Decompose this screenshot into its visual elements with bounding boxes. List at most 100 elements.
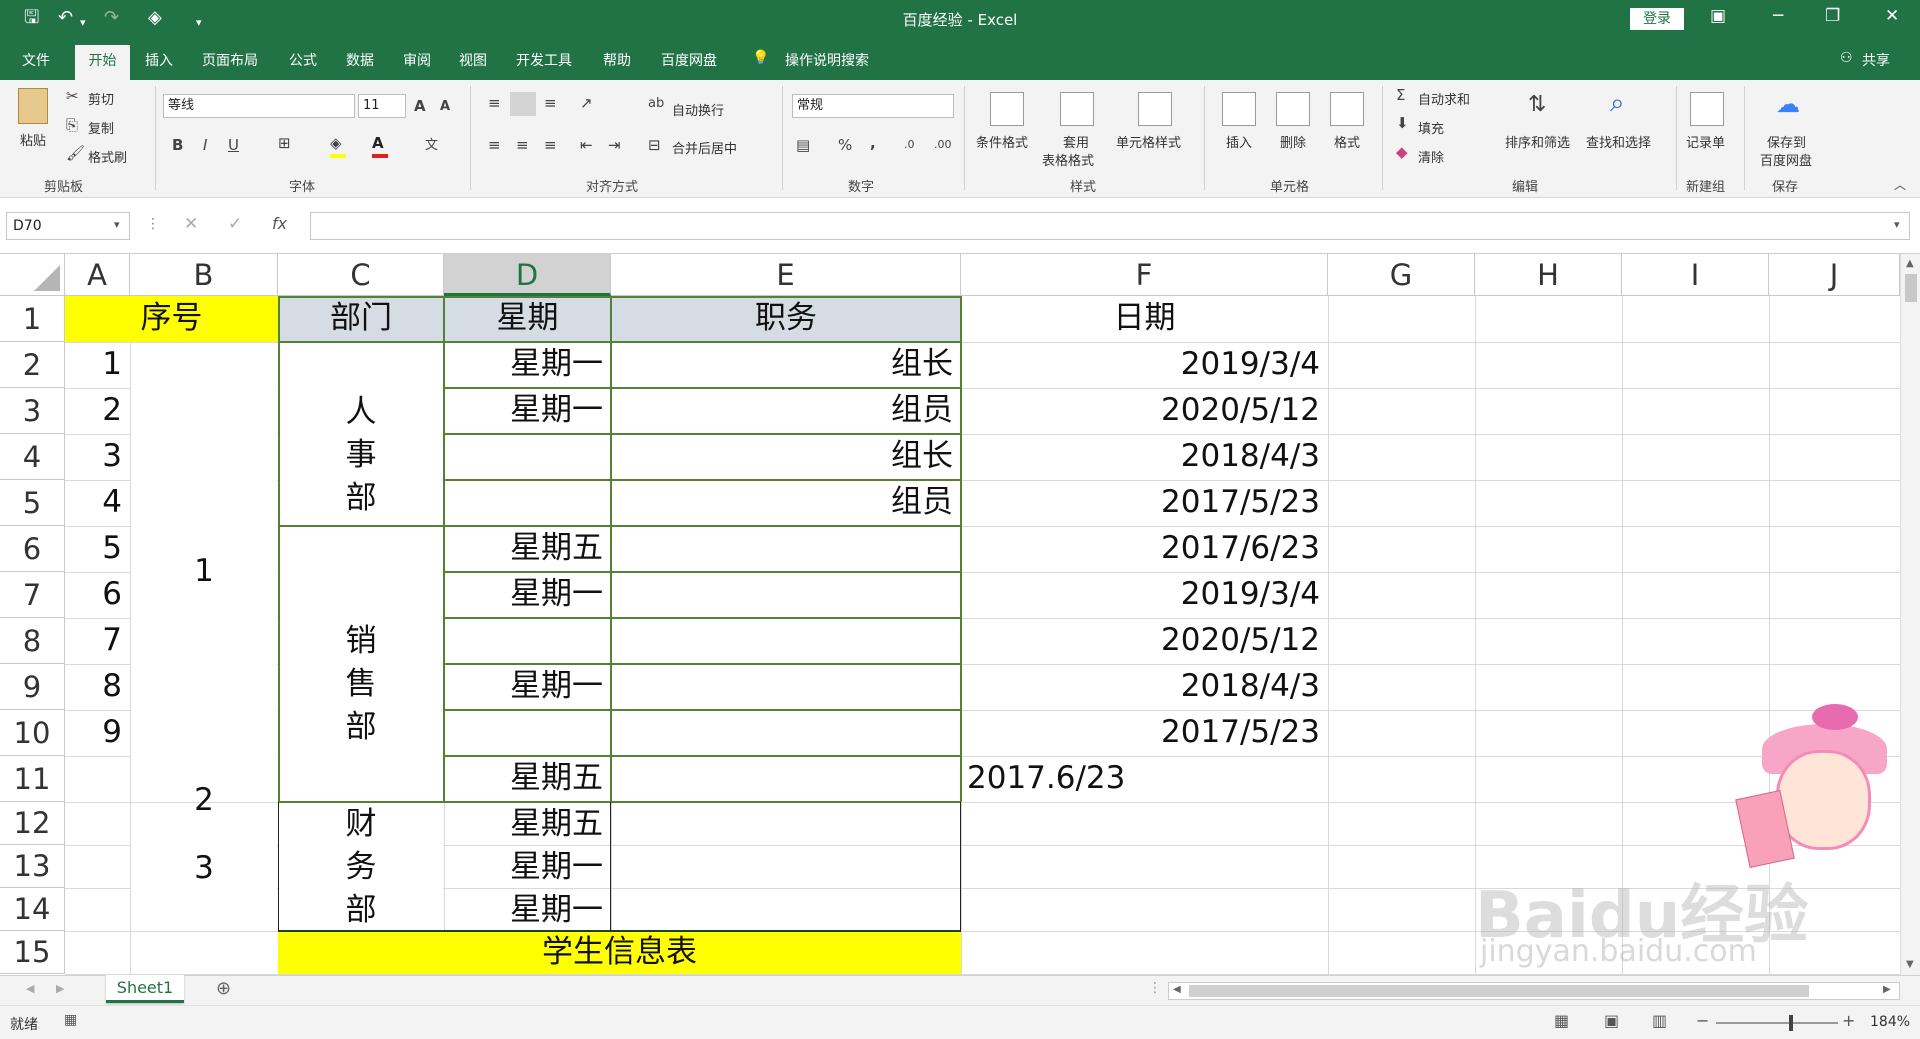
comma-icon[interactable]: ,	[870, 134, 876, 152]
name-box[interactable]: D70	[6, 212, 130, 240]
collapse-ribbon-icon[interactable]: ︿	[1894, 176, 1906, 193]
cell-c1[interactable]: 部门	[278, 296, 444, 340]
zoom-level[interactable]: 184%	[1870, 1014, 1910, 1030]
conditional-format-button[interactable]: 条件格式	[976, 132, 1028, 151]
ribbon-display-icon[interactable]: ▣	[1710, 6, 1726, 26]
align-middle-icon[interactable]	[510, 92, 536, 116]
align-center-icon[interactable]: ≡	[516, 136, 529, 154]
row-header-3[interactable]: 3	[0, 388, 65, 434]
page-layout-view-icon[interactable]: ▣	[1604, 1011, 1619, 1030]
cell-a6[interactable]: 5	[65, 526, 130, 570]
clear-button[interactable]: 清除	[1418, 147, 1444, 166]
expand-formula-icon[interactable]: ▾	[1894, 218, 1900, 231]
row-header-6[interactable]: 6	[0, 526, 65, 572]
cell-style-button[interactable]: 单元格样式	[1116, 132, 1181, 151]
scroll-right-icon[interactable]: ▶	[1883, 984, 1891, 995]
share-button[interactable]: 共享	[1862, 50, 1890, 70]
sheet-tab-sheet1[interactable]: Sheet1	[106, 975, 184, 1003]
save-baidu-button-line1[interactable]: 保存到	[1767, 132, 1806, 151]
cell-d12[interactable]: 星期五	[444, 802, 611, 846]
paste-icon[interactable]	[18, 88, 48, 124]
paste-button[interactable]: 粘贴	[20, 130, 46, 149]
row-header-7[interactable]: 7	[0, 572, 65, 618]
cell-f6[interactable]: 2017/6/23	[961, 526, 1328, 570]
tab-baidu-netdisk[interactable]: 百度网盘	[661, 50, 717, 70]
align-left-icon[interactable]: ≡	[488, 136, 501, 154]
row-header-15[interactable]: 15	[0, 931, 65, 974]
autosum-button[interactable]: 自动求和	[1418, 89, 1470, 108]
cell-b7-merged[interactable]: 2	[130, 778, 278, 822]
tab-formulas[interactable]: 公式	[289, 50, 317, 70]
font-size-select[interactable]: 11	[358, 94, 406, 118]
zoom-slider[interactable]	[1716, 1022, 1838, 1024]
shrink-font-icon[interactable]: A	[440, 99, 450, 114]
column-header-h[interactable]: H	[1475, 254, 1622, 296]
tab-insert[interactable]: 插入	[145, 50, 173, 70]
row-header-14[interactable]: 14	[0, 888, 65, 931]
cell-d13[interactable]: 星期一	[444, 845, 611, 889]
scroll-left-icon[interactable]: ◀	[1173, 984, 1181, 995]
row-header-11[interactable]: 11	[0, 756, 65, 802]
cell-b12-merged[interactable]: 3	[130, 846, 278, 890]
normal-view-icon[interactable]: ▦	[1554, 1011, 1569, 1030]
row-header-5[interactable]: 5	[0, 480, 65, 526]
horizontal-scrollbar[interactable]: ◀ ▶	[1168, 982, 1900, 1000]
tab-developer[interactable]: 开发工具	[516, 50, 572, 70]
cell-f3[interactable]: 2020/5/12	[961, 388, 1328, 432]
tab-split-icon[interactable]: ⋮	[1148, 980, 1162, 996]
format-painter-button[interactable]: 格式刷	[88, 147, 127, 166]
cell-a5[interactable]: 4	[65, 480, 130, 524]
row-header-2[interactable]: 2	[0, 342, 65, 388]
format-cells-button[interactable]: 格式	[1334, 132, 1360, 151]
decrease-indent-icon[interactable]: ⇤	[580, 136, 593, 154]
row-header-12[interactable]: 12	[0, 802, 65, 845]
row-header-8[interactable]: 8	[0, 618, 65, 664]
border-icon[interactable]: ⊞	[278, 134, 291, 152]
cell-d7[interactable]: 星期一	[444, 572, 611, 616]
formula-input[interactable]	[310, 212, 1910, 240]
add-sheet-icon[interactable]: ⊕	[216, 978, 231, 999]
sort-filter-button[interactable]: 排序和筛选	[1505, 132, 1570, 151]
increase-decimal-icon[interactable]: .0	[904, 138, 915, 151]
name-box-dropdown-icon[interactable]: ▾	[114, 218, 120, 231]
table-format-button-line2[interactable]: 表格格式	[1042, 150, 1094, 169]
cell-a10[interactable]: 9	[65, 710, 130, 754]
cell-a7[interactable]: 6	[65, 572, 130, 616]
cell-a3[interactable]: 2	[65, 388, 130, 432]
cell-d14[interactable]: 星期一	[444, 888, 611, 932]
underline-icon[interactable]: U	[228, 136, 239, 154]
copy-button[interactable]: 复制	[88, 118, 114, 137]
column-header-a[interactable]: A	[65, 254, 130, 296]
number-format-select[interactable]: 常规	[792, 94, 954, 118]
decrease-decimal-icon[interactable]: .00	[934, 138, 952, 151]
increase-indent-icon[interactable]: ⇥	[608, 136, 621, 154]
login-button[interactable]: 登录	[1630, 8, 1684, 30]
cell-e2[interactable]: 组长	[611, 342, 961, 386]
column-header-e[interactable]: E	[611, 254, 961, 296]
cell-b2-merged[interactable]: 1	[130, 549, 278, 593]
restore-icon[interactable]: ❐	[1825, 6, 1840, 26]
row-header-1[interactable]: 1	[0, 296, 65, 342]
column-header-i[interactable]: I	[1622, 254, 1769, 296]
close-icon[interactable]: ✕	[1885, 6, 1899, 26]
row-header-4[interactable]: 4	[0, 434, 65, 480]
tab-help[interactable]: 帮助	[603, 50, 631, 70]
merge-center-button[interactable]: 合并后居中	[672, 138, 737, 157]
zoom-out-icon[interactable]: −	[1696, 1011, 1709, 1030]
accounting-icon[interactable]: ▤	[796, 136, 810, 154]
font-color-icon[interactable]: A	[372, 134, 384, 152]
italic-icon[interactable]: I	[203, 136, 207, 154]
cell-d11[interactable]: 星期五	[444, 756, 611, 800]
find-select-button[interactable]: 查找和选择	[1586, 132, 1651, 151]
tab-file[interactable]: 文件	[22, 50, 50, 70]
enter-icon[interactable]: ✓	[228, 214, 242, 234]
delete-cells-button[interactable]: 删除	[1280, 132, 1306, 151]
scroll-down-icon[interactable]: ▼	[1906, 959, 1914, 970]
cut-button[interactable]: 剪切	[88, 89, 114, 108]
cell-f5[interactable]: 2017/5/23	[961, 480, 1328, 524]
select-all-corner[interactable]	[0, 254, 65, 296]
prev-sheet-icon[interactable]: ◀	[26, 982, 34, 995]
cell-a8[interactable]: 7	[65, 618, 130, 662]
cell-f1[interactable]: 日期	[961, 296, 1328, 340]
cell-d9[interactable]: 星期一	[444, 664, 611, 708]
